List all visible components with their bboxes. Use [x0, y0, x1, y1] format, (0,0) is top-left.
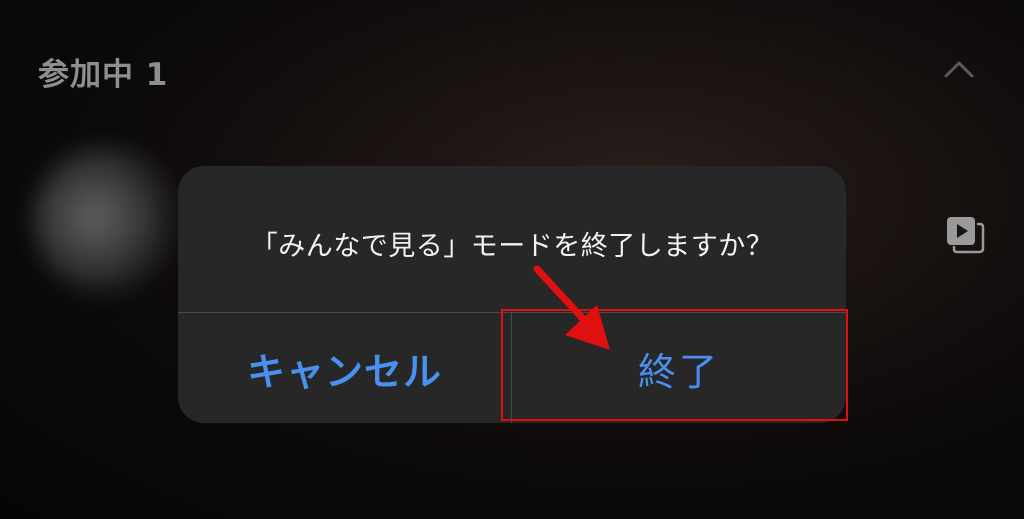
participants-header: 参加中 1	[38, 57, 169, 93]
end-mode-alert-dialog: 「みんなで見る」モードを終了しますか？ キャンセル 終了	[178, 166, 846, 423]
end-button[interactable]: 終了	[512, 313, 846, 423]
chevron-up-icon[interactable]	[942, 54, 976, 84]
media-player-icon[interactable]	[944, 213, 986, 255]
dialog-message: 「みんなで見る」モードを終了しますか？	[250, 231, 774, 262]
participant-avatar	[32, 145, 182, 295]
cancel-button[interactable]: キャンセル	[178, 313, 511, 423]
